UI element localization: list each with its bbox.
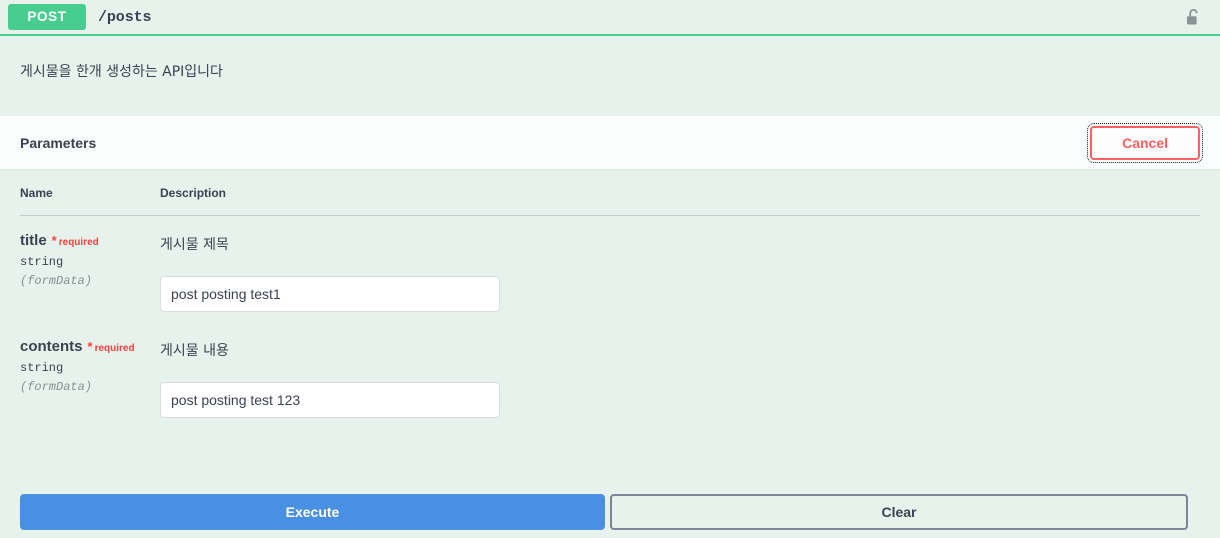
required-label: required [58,237,99,248]
parameter-description-text: 게시물 제목 [160,237,229,253]
table-row: title * required string (formData) 게시물 제목 [20,216,1200,323]
parameters-section-header: Parameters Cancel [0,116,1220,169]
http-method-badge: POST [8,4,86,30]
parameter-description-text: 게시물 내용 [160,343,229,359]
parameter-description-cell: 게시물 내용 [160,322,1200,428]
parameter-key: title [20,232,47,249]
operation-description-wrapper: 게시물을 한개 생성하는 API입니다 [0,36,1220,116]
parameter-key: contents [20,338,83,355]
parameter-title-line: contents * required [20,338,150,356]
clear-button[interactable]: Clear [610,494,1188,530]
required-label: required [94,343,135,354]
operation-description: 게시물을 한개 생성하는 API입니다 [20,64,223,80]
unlock-icon[interactable] [1182,4,1204,30]
parameter-name-cell: contents * required string (formData) [20,322,160,428]
parameter-type: string [20,255,64,269]
parameter-name-cell: title * required string (formData) [20,216,160,323]
execute-button-row: Execute Clear [0,468,1220,538]
cancel-button[interactable]: Cancel [1087,122,1203,163]
operation-path: /posts [98,8,152,26]
required-asterisk: * [51,233,57,248]
parameter-required-marker: * required [52,232,99,250]
column-header-name: Name [20,169,160,216]
parameter-location: (formData) [20,380,93,394]
operation-summary[interactable]: POST /posts [0,0,1220,36]
parameters-table-body: title * required string (formData) 게시물 제목 [20,216,1200,429]
parameter-title-line: title * required [20,232,150,250]
table-row: contents * required string (formData) 게시물… [20,322,1200,428]
table-header-row: Name Description [20,169,1200,216]
title-input[interactable] [160,276,500,312]
parameters-title: Parameters [20,134,97,151]
operation-block-post-posts: POST /posts 게시물을 한개 생성하는 API입니다 Paramete… [0,0,1220,538]
parameters-table: Name Description title *required string [20,169,1200,428]
contents-input[interactable] [160,382,500,418]
parameter-location: (formData) [20,274,93,288]
parameters-table-head: Name Description [20,169,1200,216]
parameter-description-cell: 게시물 제목 [160,216,1200,323]
parameters-container: Name Description title *required string [0,169,1220,428]
column-header-description: Description [160,169,1200,216]
parameter-required-marker: * required [88,338,135,356]
execute-button[interactable]: Execute [20,494,605,530]
parameter-type: string [20,361,64,375]
required-asterisk: * [87,339,93,354]
